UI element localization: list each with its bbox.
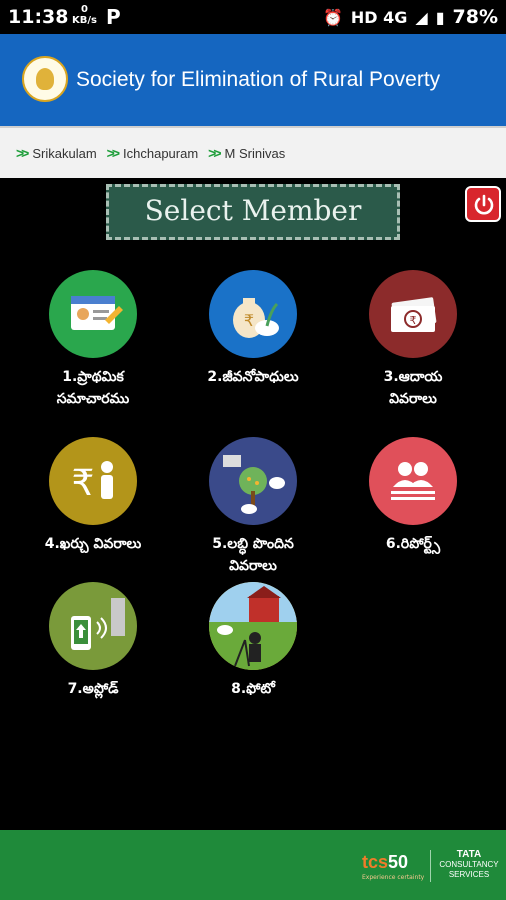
rupee-person-icon: ₹	[49, 437, 137, 525]
menu-item-livelihoods[interactable]: ₹ 2.జీవనోపాధులు	[178, 270, 328, 388]
phone-upload-icon	[49, 582, 137, 670]
photographer-icon	[209, 582, 297, 670]
svg-text:₹: ₹	[72, 463, 95, 504]
menu-label: 6.రిపోర్ట్స్	[385, 536, 441, 552]
breadcrumb-item-member[interactable]: >> M Srinivas	[208, 145, 285, 161]
double-chevron-icon: >>	[208, 145, 221, 161]
menu-item-photo[interactable]: 8.ఫోటో	[178, 582, 328, 700]
menu-item-basic-info[interactable]: 1.ప్రాథమిక సమాచారము	[18, 270, 168, 410]
status-bar: 11:38 0 KB/s P ⏰ HD 4G ◢ ▮ 78%	[0, 0, 506, 34]
cash-notes-icon: ₹	[369, 270, 457, 358]
id-card-icon	[49, 270, 137, 358]
svg-text:₹: ₹	[244, 311, 254, 330]
breadcrumb-label: M Srinivas	[224, 145, 286, 161]
parking-app-icon: P	[106, 5, 121, 29]
logout-button[interactable]	[465, 186, 501, 222]
emblem-icon	[22, 56, 68, 102]
menu-item-expense-details[interactable]: ₹ 4.ఖర్చు వివరాలు	[18, 437, 168, 555]
users-report-icon	[369, 437, 457, 525]
menu-item-benefits-received[interactable]: 5.లబ్ధి పొందిన వివరాలు	[178, 437, 328, 577]
footer: tcs50 Experience certainty TATA CONSULTA…	[0, 830, 506, 900]
app-header: Society for Elimination of Rural Poverty	[0, 34, 506, 126]
app-title: Society for Elimination of Rural Poverty	[76, 68, 441, 91]
menu-label: 8.ఫోటో	[231, 681, 275, 697]
power-icon	[474, 194, 494, 215]
menu-label: 5.లబ్ధి పొందిన వివరాలు	[212, 536, 294, 574]
breadcrumb-item-district[interactable]: >> Srikakulam	[16, 145, 97, 161]
alarm-icon: ⏰	[322, 7, 343, 27]
svg-text:₹: ₹	[410, 314, 417, 327]
battery-percent: 78%	[452, 6, 498, 28]
menu-label: 7.అప్లోడ్	[67, 681, 119, 697]
menu-item-upload[interactable]: 7.అప్లోడ్	[18, 582, 168, 700]
money-bag-icon: ₹	[209, 270, 297, 358]
net-speed-unit: KB/s	[72, 15, 97, 26]
menu-label: 4.ఖర్చు వివరాలు	[44, 536, 142, 552]
network-label: HD 4G	[350, 7, 408, 27]
menu-label: 1.ప్రాథమిక సమాచారము	[56, 369, 130, 407]
livelihood-assets-icon	[209, 437, 297, 525]
menu-label: 3.ఆదాయ వివరాలు	[383, 369, 443, 407]
double-chevron-icon: >>	[106, 145, 120, 161]
signal-icon: ◢	[415, 7, 428, 27]
tcs-tagline: Experience certainty	[362, 874, 425, 881]
menu-item-reports[interactable]: 6.రిపోర్ట్స్	[338, 437, 488, 555]
tata-consultancy-logo: TATA CONSULTANCY SERVICES	[439, 849, 499, 880]
tcs-logo: tcs50	[362, 852, 409, 872]
net-speed: 0 KB/s	[72, 4, 97, 26]
footer-divider	[430, 850, 431, 882]
breadcrumb-label: Ichchapuram	[123, 145, 199, 161]
breadcrumb-item-mandal[interactable]: >> Ichchapuram	[107, 145, 199, 161]
breadcrumb: >> Srikakulam >> Ichchapuram >> M Sriniv…	[0, 126, 506, 178]
menu-label: 2.జీవనోపాధులు	[207, 369, 299, 385]
battery-icon: ▮	[435, 7, 445, 27]
net-speed-value: 0	[81, 4, 88, 15]
select-member-banner: Select Member	[106, 184, 400, 240]
menu-item-income-details[interactable]: ₹ 3.ఆదాయ వివరాలు	[338, 270, 488, 410]
clock: 11:38	[8, 6, 69, 28]
breadcrumb-label: Srikakulam	[32, 145, 97, 161]
double-chevron-icon: >>	[16, 145, 29, 161]
